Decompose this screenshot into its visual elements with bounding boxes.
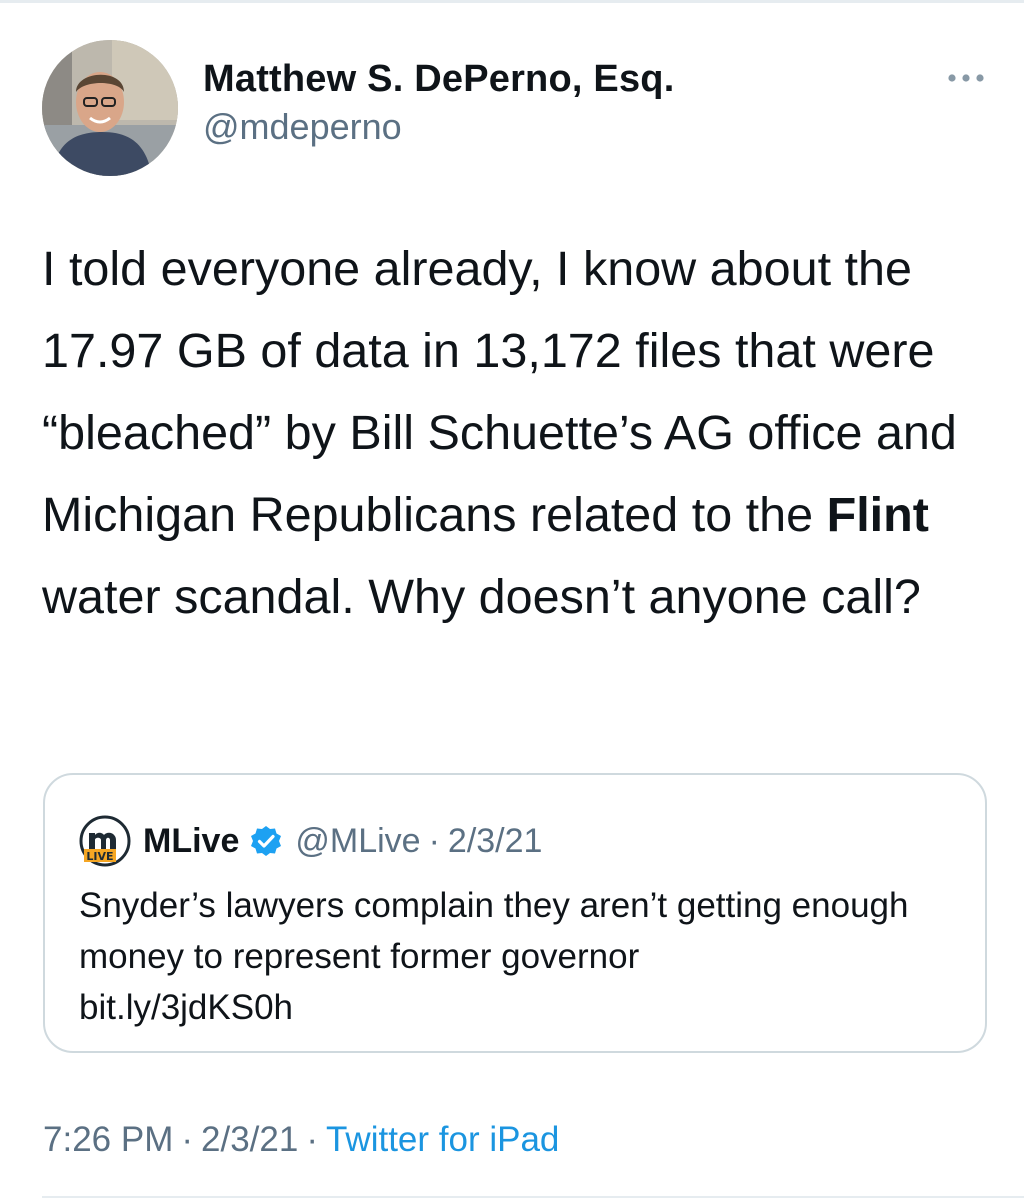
- more-options-button[interactable]: [938, 62, 994, 94]
- verified-badge-icon: [249, 824, 283, 858]
- tweet-text-bold: Flint: [826, 488, 929, 542]
- tweet-source-link[interactable]: Twitter for iPad: [326, 1120, 559, 1159]
- meta-separator: ·: [306, 1120, 318, 1159]
- quoted-tweet-text: Snyder’s lawyers complain they aren’t ge…: [79, 880, 959, 1033]
- ellipsis-icon: [948, 74, 984, 82]
- quoted-tweet-link[interactable]: bit.ly/3jdKS0h: [79, 988, 293, 1027]
- tweet-text-part: water scandal. Why doesn’t anyone call?: [42, 570, 921, 624]
- svg-text:LIVE: LIVE: [86, 850, 113, 863]
- author-avatar[interactable]: [42, 40, 178, 176]
- top-divider: [0, 0, 1024, 3]
- tweet-meta: 7:26 PM · 2/3/21 · Twitter for iPad: [43, 1120, 559, 1160]
- quoted-author-name[interactable]: MLive: [143, 822, 239, 861]
- author-handle[interactable]: @mdeperno: [203, 106, 402, 148]
- mlive-logo-icon[interactable]: LIVE: [79, 815, 131, 867]
- quoted-meta-separator: ·: [428, 821, 440, 860]
- tweet-text-part: I told everyone already, I know about th…: [42, 242, 957, 542]
- author-display-name[interactable]: Matthew S. DePerno, Esq.: [203, 58, 674, 101]
- tweet-date[interactable]: 2/3/21: [201, 1120, 298, 1159]
- meta-separator: ·: [181, 1120, 194, 1159]
- quoted-tweet-date[interactable]: 2/3/21: [448, 822, 543, 861]
- tweet-time[interactable]: 7:26 PM: [43, 1120, 173, 1159]
- quoted-tweet-header: LIVE MLive @MLive · 2/3/21: [79, 815, 542, 867]
- quoted-tweet-body: Snyder’s lawyers complain they aren’t ge…: [79, 886, 909, 976]
- tweet-text: I told everyone already, I know about th…: [42, 228, 1007, 638]
- quoted-tweet-card[interactable]: LIVE MLive @MLive · 2/3/21 Snyder’s lawy…: [43, 773, 987, 1053]
- bottom-divider: [42, 1196, 1024, 1198]
- quoted-author-handle[interactable]: @MLive: [295, 822, 420, 861]
- person-photo-avatar-icon: [42, 40, 178, 176]
